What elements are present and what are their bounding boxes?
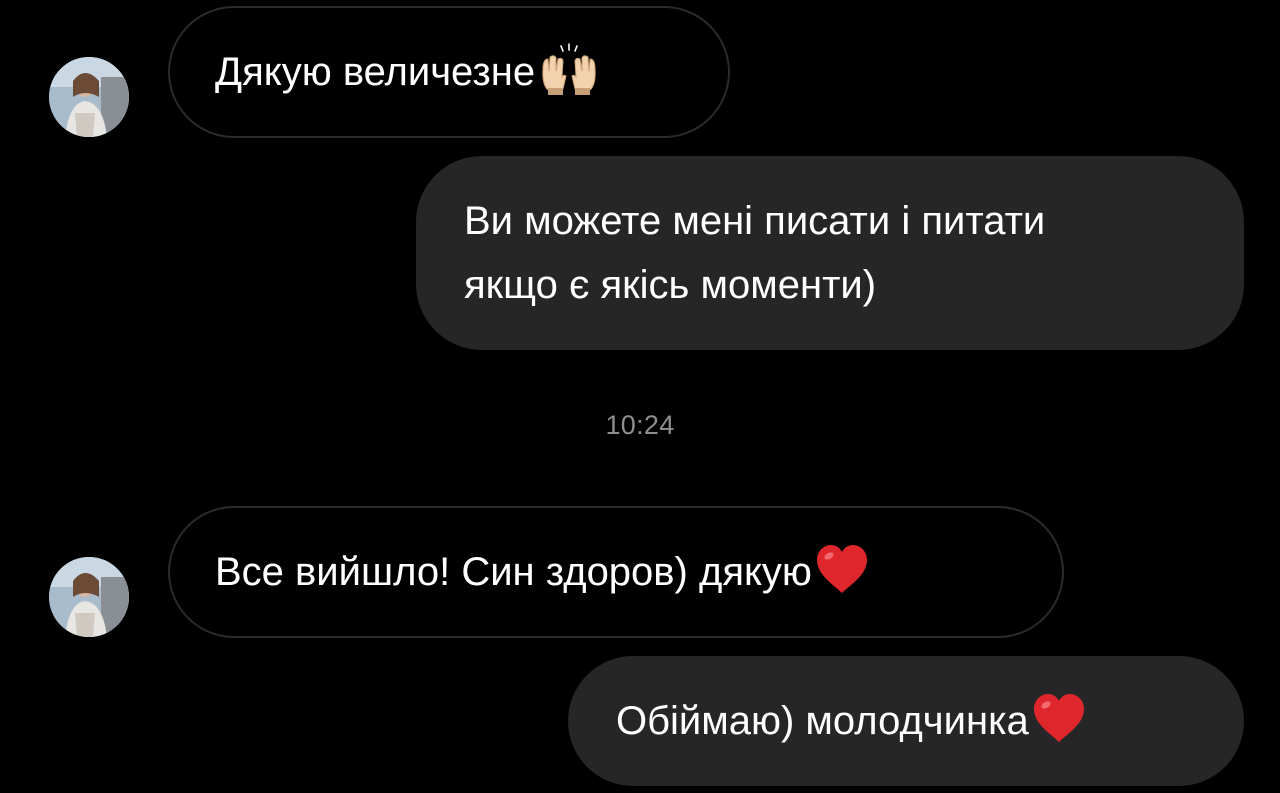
message-text: Дякую величезне [215,50,536,94]
red-heart-icon [814,543,870,602]
avatar-photo-icon [49,557,129,637]
avatar-photo-icon [49,57,129,137]
message-text: Обіймаю) молодчинка [616,699,1029,743]
sender-avatar[interactable] [49,557,129,637]
red-heart-icon [1031,692,1087,751]
message-timestamp: 10:24 [605,410,675,440]
message-text-line: якщо є якісь моменти) [464,263,877,307]
message-bubble-incoming[interactable]: Дякую величезне [168,6,730,138]
raising-hands-icon [537,41,601,104]
message-bubble-incoming[interactable]: Все вийшло! Син здоров) дякую [168,506,1064,638]
message-bubble-outgoing[interactable]: Обіймаю) молодчинка [568,656,1244,786]
message-bubble-outgoing[interactable]: Ви можете мені писати і питати якщо є як… [416,156,1244,350]
message-text: Все вийшло! Син здоров) дякую [215,550,812,594]
sender-avatar[interactable] [49,57,129,137]
message-text-line: Ви можете мені писати і питати [464,199,1046,243]
